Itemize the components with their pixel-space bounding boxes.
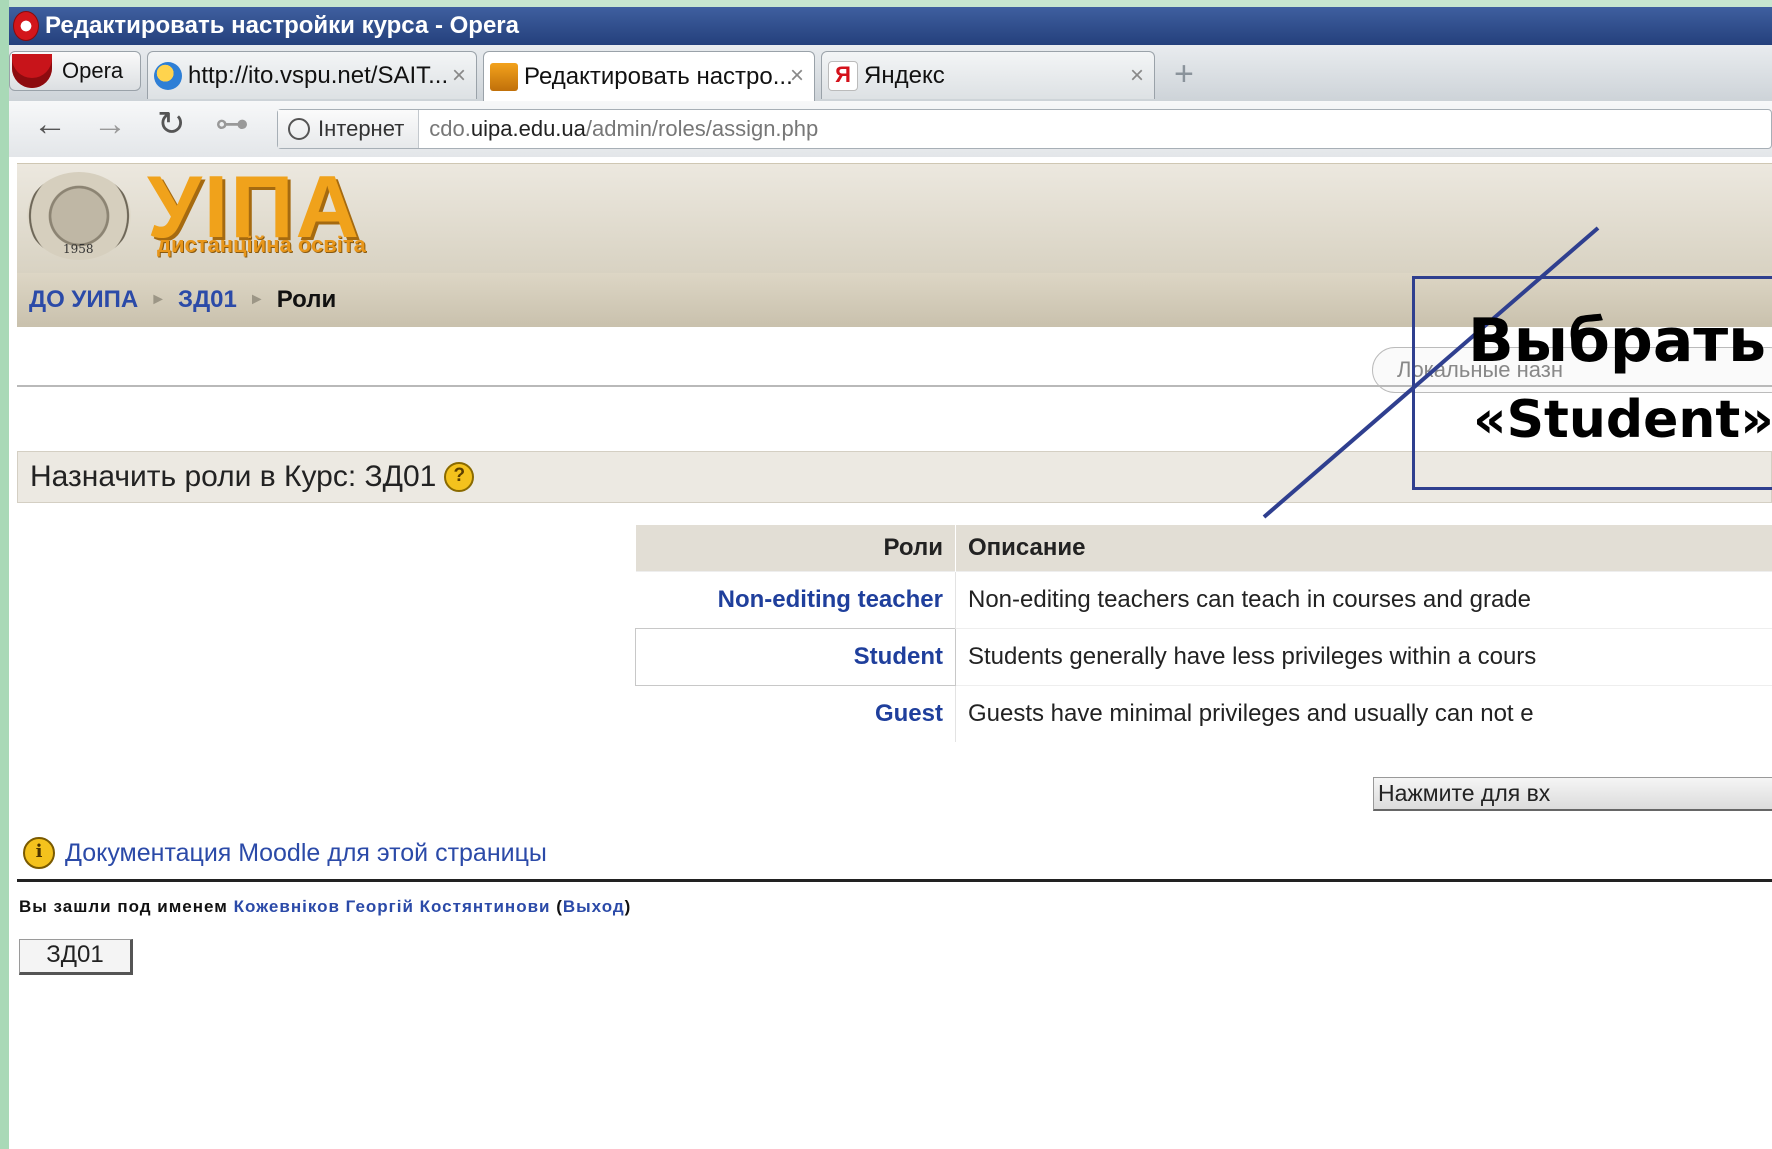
annotation-text-select: Выбрать <box>1468 306 1767 376</box>
zone-label: Інтернет <box>318 116 405 141</box>
url-text[interactable]: cdo.uipa.edu.ua/admin/roles/assign.php <box>419 116 818 142</box>
close-tab-icon[interactable]: × <box>790 62 804 90</box>
moodle-icon <box>490 62 518 91</box>
tab-ito-vspu[interactable]: http://ito.vspu.net/SAIT... × <box>147 51 477 99</box>
section-title: Назначить роли в Курс: ЗД01 <box>30 460 437 493</box>
key-icon[interactable]: ⊶ <box>215 107 249 141</box>
site-header: 1958 УІПА дистанційна освіта <box>17 157 1772 274</box>
table-row: Non-editing teacher Non-editing teachers… <box>635 571 1772 629</box>
forward-arrow-icon[interactable]: → <box>93 107 127 141</box>
role-description: Guests have minimal privileges and usual… <box>955 685 1772 742</box>
tab-label: Редактировать настро... <box>524 62 793 90</box>
role-link-guest[interactable]: Guest <box>635 685 956 742</box>
info-icon: i <box>23 837 55 869</box>
site-logo-subtitle: дистанційна освіта <box>157 232 366 257</box>
role-description: Non-editing teachers can teach in course… <box>955 571 1772 629</box>
column-header-role: Роли <box>635 525 956 572</box>
logout-link[interactable]: Выход <box>563 897 625 916</box>
role-link-non-editing-teacher[interactable]: Non-editing teacher <box>635 571 956 629</box>
moodle-docs-link[interactable]: i Документация Moodle для этой страницы <box>23 837 547 869</box>
tab-bar: Opera http://ito.vspu.net/SAIT... × Реда… <box>9 45 1772 102</box>
roles-table: Роли Описание Non-editing teacher Non-ed… <box>635 525 1772 742</box>
window-title: Редактировать настройки курса - Opera <box>45 12 519 39</box>
seal-year: 1958 <box>63 242 94 256</box>
breadcrumb-current: Роли <box>276 286 337 313</box>
yandex-icon: Я <box>828 60 858 91</box>
opera-menu-button[interactable]: Opera <box>9 51 141 91</box>
role-link-student[interactable]: Student <box>635 628 956 686</box>
breadcrumb-course-link[interactable]: ЗД01 <box>178 286 237 314</box>
tab-label: Яндекс <box>864 61 945 89</box>
globe-icon <box>154 61 182 90</box>
back-arrow-icon[interactable]: ← <box>33 107 67 141</box>
course-home-button[interactable]: ЗД01 <box>19 939 133 975</box>
opera-icon <box>12 54 52 88</box>
address-bar[interactable]: Інтернет cdo.uipa.edu.ua/admin/roles/ass… <box>277 109 1772 149</box>
login-info: Вы зашли под именем Кожевніков Георгій К… <box>19 897 632 916</box>
reload-icon[interactable]: ↻ <box>157 107 186 141</box>
tab-label: http://ito.vspu.net/SAIT... <box>188 61 449 89</box>
breadcrumb-home-link[interactable]: ДО УИПА <box>29 286 138 314</box>
url-prefix: cdo. <box>429 116 471 141</box>
internet-globe-icon <box>288 118 310 140</box>
login-prefix: Вы зашли под именем <box>19 897 234 916</box>
academy-seal-logo: 1958 <box>27 172 131 260</box>
opera-menu-label: Opera <box>62 58 124 83</box>
navigation-bar: ← → ↻ ⊶ Інтернет cdo.uipa.edu.ua/admin/r… <box>9 101 1772 158</box>
close-tab-icon[interactable]: × <box>452 62 466 90</box>
opera-logo-icon <box>13 11 39 41</box>
new-tab-button[interactable]: + <box>1174 57 1194 91</box>
role-description: Students generally have less privileges … <box>955 628 1772 686</box>
tab-edit-course[interactable]: Редактировать настро... × <box>483 51 815 101</box>
docs-link-label[interactable]: Документация Moodle для этой страницы <box>65 839 547 868</box>
close-tab-icon[interactable]: × <box>1130 62 1144 90</box>
security-zone[interactable]: Інтернет <box>278 110 420 148</box>
tab-yandex[interactable]: Я Яндекс × <box>821 51 1155 99</box>
submit-button[interactable]: Нажмите для вх <box>1373 777 1772 811</box>
url-domain: uipa.edu.ua <box>470 116 586 141</box>
help-icon[interactable]: ? <box>444 462 475 492</box>
table-row: Student Students generally have less pri… <box>635 628 1772 686</box>
title-bar: Редактировать настройки курса - Opera <box>9 7 1772 45</box>
url-path: /admin/roles/assign.php <box>585 116 819 141</box>
table-row: Guest Guests have minimal privileges and… <box>635 685 1772 742</box>
footer-divider <box>17 879 1772 882</box>
annotation-text-student: «Student» <box>1473 390 1772 450</box>
user-profile-link[interactable]: Кожевніков Георгій Костянтинови <box>234 897 551 916</box>
breadcrumb-separator: ► <box>150 291 167 308</box>
slide-border <box>0 0 9 1149</box>
browser-window: Редактировать настройки курса - Opera Op… <box>9 7 1772 1149</box>
column-header-description: Описание <box>955 525 1772 572</box>
breadcrumb-separator: ► <box>248 291 265 308</box>
